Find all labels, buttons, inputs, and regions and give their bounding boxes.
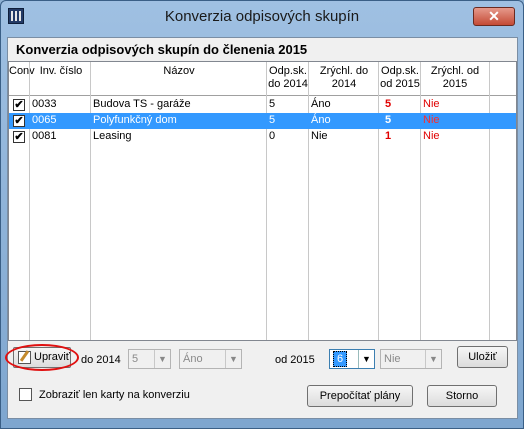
col-header-nazov[interactable]: Názov [91, 65, 267, 78]
cell-zr2014: Áno [311, 98, 331, 110]
dialog-heading: Konverzia odpisových skupín do členenia … [16, 42, 308, 57]
table-row[interactable]: ✔ 0081 Leasing 0 Nie 1 Nie [9, 129, 516, 145]
cancel-button[interactable]: Storno [427, 385, 497, 407]
cell-zr2015: Nie [423, 130, 440, 142]
recalculate-plans-button[interactable]: Prepočítať plány [307, 385, 413, 407]
do2014-group-select[interactable]: 5 ▼ [128, 349, 171, 369]
title-bar[interactable]: Konverzia odpisových skupín ✕ [1, 1, 523, 31]
cell-inv: 0065 [32, 114, 57, 126]
cell-odp2014: 5 [269, 98, 276, 110]
convert-checkbox[interactable]: ✔ [13, 99, 25, 111]
only-conversion-label: Zobraziť len karty na konverziu [39, 389, 190, 401]
dialog-footer: Zobraziť len karty na konverziu Prepočít… [8, 376, 517, 418]
conversion-grid[interactable]: Conv Inv. číslo Názov Odp.sk. do 2014 Zrý… [8, 61, 517, 341]
cell-inv: 0033 [32, 98, 57, 110]
do2014-label: do 2014 [81, 354, 121, 366]
chevron-down-icon: ▼ [225, 350, 241, 368]
od2015-group-value: 6 [333, 351, 348, 367]
cell-zr2014: Áno [311, 114, 331, 126]
highlight-annotation [5, 344, 79, 371]
cell-nazov: Budova TS - garáže [93, 98, 191, 110]
table-row[interactable]: ✔ 0033 Budova TS - garáže 5 Áno 5 Nie [9, 97, 516, 113]
col-header-zr2014[interactable]: Zrýchl. do 2014 [309, 65, 379, 91]
cell-zr2015: Nie [423, 98, 440, 110]
convert-checkbox[interactable]: ✔ [13, 115, 25, 127]
close-button[interactable]: ✕ [473, 7, 515, 26]
cell-odp2015: 5 [385, 114, 392, 126]
chevron-down-icon: ▼ [358, 350, 374, 368]
od2015-accel-select[interactable]: Nie ▼ [380, 349, 442, 369]
col-header-odp2014[interactable]: Odp.sk. do 2014 [267, 65, 309, 91]
cell-inv: 0081 [32, 130, 57, 142]
col-header-conv[interactable]: Conv [9, 65, 35, 78]
cell-zr2014: Nie [311, 130, 328, 142]
convert-checkbox[interactable]: ✔ [13, 131, 25, 143]
col-header-inv[interactable]: Inv. číslo [31, 65, 91, 78]
chevron-down-icon: ▼ [154, 350, 170, 368]
od2015-group-select[interactable]: 6 ▼ [329, 349, 375, 369]
window-title: Konverzia odpisových skupín [164, 8, 360, 25]
col-header-odp2015[interactable]: Odp.sk. od 2015 [379, 65, 421, 91]
od2015-label: od 2015 [275, 354, 315, 366]
col-header-zr2015[interactable]: Zrýchl. od 2015 [421, 65, 489, 91]
do2014-accel-select[interactable]: Áno ▼ [179, 349, 242, 369]
cell-odp2015: 1 [385, 130, 392, 142]
dialog-window: Konverzia odpisových skupín ✕ Konverzia … [0, 0, 524, 429]
cell-odp2014: 0 [269, 130, 276, 142]
only-conversion-checkbox[interactable] [19, 388, 32, 401]
cell-nazov: Leasing [93, 130, 132, 142]
do2014-accel-value: Áno [183, 353, 203, 365]
save-button[interactable]: Uložiť [457, 346, 508, 368]
grid-header: Conv Inv. číslo Názov Odp.sk. do 2014 Zrý… [9, 62, 516, 96]
cell-odp2015: 5 [385, 98, 392, 110]
chevron-down-icon: ▼ [425, 350, 441, 368]
od2015-accel-value: Nie [384, 353, 401, 365]
cell-odp2014: 5 [269, 114, 276, 126]
dialog-body: Konverzia odpisových skupín do členenia … [5, 37, 518, 419]
do2014-group-value: 5 [132, 353, 139, 365]
cell-nazov: Polyfunkčný dom [93, 114, 177, 126]
cell-zr2015: Nie [423, 114, 440, 126]
table-row[interactable]: ✔ 0065 Polyfunkčný dom 5 Áno 5 Nie [9, 113, 516, 129]
edit-bar: Upraviť do 2014 5 ▼ Áno ▼ od 2015 6 ▼ Ni… [5, 342, 517, 372]
